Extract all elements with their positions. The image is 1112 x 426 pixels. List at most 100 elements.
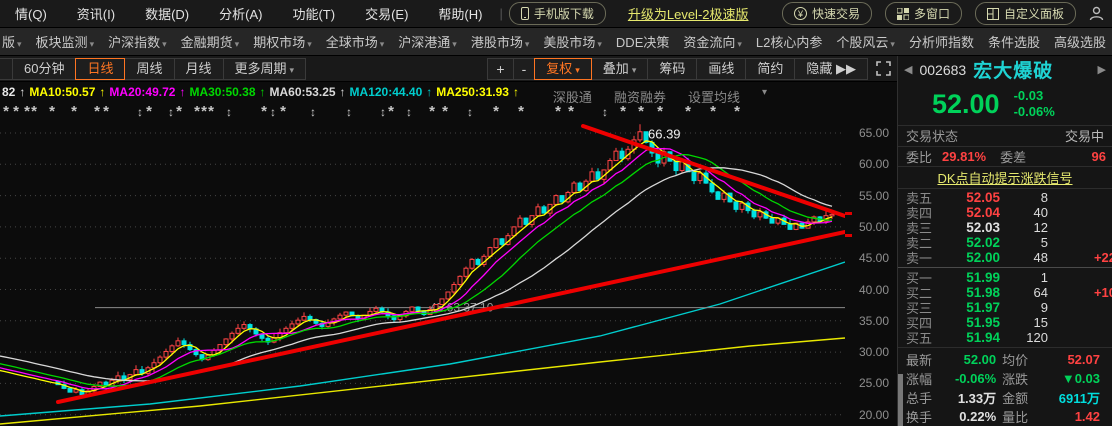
panel-scrollbar-thumb[interactable] — [898, 374, 903, 426]
market-toolbar: 版▾ 板块监测▾ 沪深指数▾ 金融期货▾ 期权市场▾ 全球市场▾ 沪深港通▾ 港股市场▾ 美股市… — [0, 28, 1112, 56]
order-book-row[interactable]: 买五51.94120 — [898, 330, 1112, 345]
dk-signal-link[interactable]: DK点自动提示涨跌信号 — [937, 168, 1072, 187]
chevron-down-icon: ▾ — [737, 39, 742, 49]
tool-复权[interactable]: 复权▾ — [534, 58, 592, 80]
stat-涨幅: 涨幅-0.06% — [906, 369, 1002, 388]
tab-60分钟[interactable]: 60分钟 — [12, 58, 76, 80]
svg-text:*: * — [261, 103, 267, 120]
order-volume: 15 — [1000, 315, 1048, 330]
svg-text:*: * — [13, 103, 19, 120]
dk-signal-row: DK点自动提示涨跌信号 — [898, 166, 1112, 188]
menu-item[interactable]: 分析(A) — [204, 4, 277, 23]
mobile-download-label: 手机版下载 — [534, 5, 594, 22]
order-price: 51.98 — [938, 285, 1000, 300]
chart-link-设置均线[interactable]: 设置均线 — [688, 87, 740, 106]
multi-window-button[interactable]: 多窗口 — [885, 2, 962, 25]
tab-周线[interactable]: 周线 — [124, 58, 174, 80]
weicha-value: 96 — [1092, 149, 1106, 164]
chart-canvas[interactable]: 45.63 37.1066.39********↕*↕****↕*↕*↕↕↕*↕… — [0, 82, 845, 426]
market-toolbar-item[interactable]: 板块监测▾ — [36, 32, 95, 51]
price-axis: 65.0060.0055.0050.0045.0040.0035.0030.00… — [845, 82, 897, 426]
tab-period-clipped[interactable]: 30分钟 — [0, 58, 13, 80]
ma-legend-item: 82 — [2, 85, 15, 99]
market-toolbar-item[interactable]: 期权市场▾ — [253, 32, 312, 51]
stat-value: ▼0.03 — [1062, 371, 1106, 386]
market-toolbar-item[interactable]: 分析师指数 — [909, 32, 974, 51]
quick-trade-button[interactable]: ¥ 快速交易 — [782, 2, 872, 25]
tool-筹码[interactable]: 筹码 — [647, 58, 697, 80]
phone-icon — [521, 7, 529, 20]
stat-均价: 均价52.07 — [1002, 350, 1106, 369]
market-toolbar-item[interactable]: 金融期货▾ — [181, 32, 240, 51]
stat-label: 最新 — [906, 350, 932, 369]
stat-label: 量比 — [1002, 407, 1028, 426]
stat-value: 0.22% — [959, 409, 1002, 424]
menu-item[interactable]: 交易(E) — [350, 4, 423, 23]
menu-item[interactable]: 数据(D) — [130, 4, 204, 23]
svg-text:*: * — [429, 103, 435, 120]
market-toolbar-item[interactable]: 资金流向▾ — [683, 32, 742, 51]
tool-简约[interactable]: 简约 — [745, 58, 795, 80]
svg-text:*: * — [146, 103, 152, 120]
fullscreen-icon[interactable] — [876, 61, 891, 76]
tab-月线[interactable]: 月线 — [174, 58, 224, 80]
up-arrow-icon: ↑ — [426, 85, 432, 99]
tab-日线[interactable]: 日线 — [75, 58, 125, 80]
market-toolbar-item[interactable]: 港股市场▾ — [471, 32, 530, 51]
svg-text:*: * — [176, 103, 182, 120]
market-toolbar-item[interactable]: 沪深港通▾ — [398, 32, 457, 51]
market-toolbar-item[interactable]: 全球市场▾ — [326, 32, 385, 51]
mobile-download-button[interactable]: 手机版下载 — [509, 2, 606, 25]
custom-panel-button[interactable]: 自定义面板 — [975, 2, 1076, 25]
chevron-down-icon: ▾ — [162, 39, 167, 49]
market-toolbar-item[interactable]: 个股风云▾ — [836, 32, 895, 51]
zoom-out-button[interactable]: - — [513, 58, 536, 80]
quick-trade-label: 快速交易 — [812, 5, 860, 22]
chart-link-融资融券[interactable]: 融资融券 — [614, 87, 666, 106]
market-toolbar-item[interactable]: 高级选股 — [1054, 32, 1106, 51]
order-price: 51.99 — [938, 270, 1000, 285]
svg-text:*: * — [201, 103, 207, 120]
order-price: 52.05 — [938, 190, 1000, 205]
market-toolbar-item[interactable]: 沪深指数▾ — [108, 32, 167, 51]
svg-text:*: * — [518, 103, 524, 120]
axis-tick-label: 45.00 — [859, 251, 889, 265]
order-book-row[interactable]: 卖一52.0048+22 — [898, 250, 1112, 265]
prev-stock-arrow[interactable]: ◀ — [904, 63, 912, 76]
up-arrow-icon: ↑ — [260, 85, 266, 99]
zoom-in-button[interactable]: + — [487, 58, 513, 80]
svg-text:↕: ↕ — [346, 105, 352, 119]
market-toolbar-item[interactable]: L2核心内参 — [756, 32, 822, 51]
tool-叠加[interactable]: 叠加▾ — [591, 58, 649, 80]
user-account-icon[interactable] — [1089, 6, 1104, 21]
stat-量比: 量比1.42 — [1002, 407, 1106, 426]
order-volume: 9 — [1000, 300, 1048, 315]
chart-link-深股通[interactable]: 深股通 — [553, 87, 592, 106]
stat-label: 换手 — [906, 407, 932, 426]
tool-隐藏[interactable]: 隐藏 ▶▶ — [794, 58, 868, 80]
next-stock-arrow[interactable]: ▶ — [1098, 63, 1106, 76]
market-toolbar-item[interactable]: DDE决策 — [616, 32, 669, 51]
svg-text:*: * — [103, 103, 109, 120]
axis-tick-label: 20.00 — [859, 408, 889, 422]
upgrade-level2-link[interactable]: 升级为Level-2极速版 — [628, 4, 749, 23]
menu-item[interactable]: 资讯(I) — [62, 4, 130, 23]
market-toolbar-item[interactable]: 版▾ — [2, 32, 22, 51]
ask-rows: 卖五52.058卖四52.0440卖三52.0312卖二52.025卖一52.0… — [898, 190, 1112, 265]
ma-legend-item: MA120:44.40 — [350, 85, 423, 99]
menu-item[interactable]: 帮助(H) — [423, 4, 497, 23]
price-change: -0.03-0.06% — [1014, 88, 1055, 120]
candlestick-chart[interactable]: 45.63 37.1066.39********↕*↕****↕*↕*↕↕↕*↕… — [0, 82, 897, 426]
svg-text:*: * — [94, 103, 100, 120]
tool-画线[interactable]: 画线 — [696, 58, 746, 80]
axis-tick-label: 55.00 — [859, 189, 889, 203]
market-toolbar-item[interactable]: 条件选股 — [988, 32, 1040, 51]
order-level-label: 卖一 — [906, 248, 938, 267]
menu-item[interactable]: 功能(T) — [277, 4, 350, 23]
svg-text:↕: ↕ — [467, 105, 473, 119]
tab-更多周期[interactable]: 更多周期▾ — [223, 58, 307, 80]
market-toolbar-item[interactable]: 美股市场▾ — [543, 32, 602, 51]
order-price: 52.00 — [938, 250, 1000, 265]
svg-text:↕: ↕ — [226, 105, 232, 119]
menu-item[interactable]: 情(Q) — [0, 4, 62, 23]
